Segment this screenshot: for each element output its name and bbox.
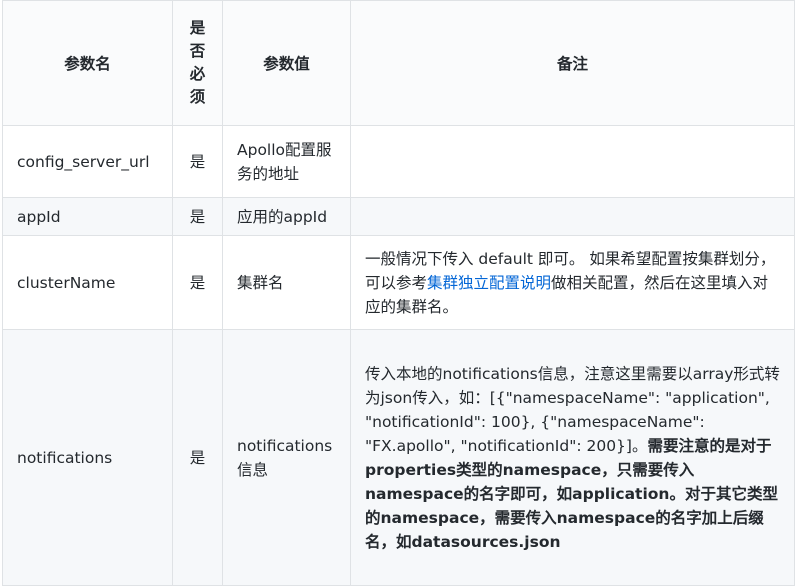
header-required: 是 否 必 须 <box>173 1 223 126</box>
cell-required: 是 <box>173 236 223 330</box>
table-header-row: 参数名 是 否 必 须 参数值 备注 <box>3 1 795 126</box>
cell-required: 是 <box>173 126 223 198</box>
header-required-char: 必 <box>173 63 222 86</box>
header-notes: 备注 <box>351 1 795 126</box>
cluster-config-doc-link[interactable]: 集群独立配置说明 <box>427 274 551 292</box>
cell-param-value: Apollo配置服务的地址 <box>223 126 351 198</box>
cell-param-name: appId <box>3 198 173 236</box>
header-param-name: 参数名 <box>3 1 173 126</box>
cell-notes <box>351 198 795 236</box>
parameters-table: 参数名 是 否 必 须 参数值 备注 config_server_url 是 A… <box>2 0 795 586</box>
cell-param-value: 应用的appId <box>223 198 351 236</box>
header-required-char: 须 <box>173 86 222 109</box>
cell-param-name: config_server_url <box>3 126 173 198</box>
header-param-value: 参数值 <box>223 1 351 126</box>
cell-notes: 传入本地的notifications信息，注意这里需要以array形式转为jso… <box>351 330 795 586</box>
cell-required: 是 <box>173 198 223 236</box>
cell-param-value: 集群名 <box>223 236 351 330</box>
table-row: clusterName 是 集群名 一般情况下传入 default 即可。 如果… <box>3 236 795 330</box>
cell-required: 是 <box>173 330 223 586</box>
table-row: notifications 是 notifications信息 传入本地的not… <box>3 330 795 586</box>
cell-notes: 一般情况下传入 default 即可。 如果希望配置按集群划分，可以参考集群独立… <box>351 236 795 330</box>
cell-param-name: clusterName <box>3 236 173 330</box>
table-row: config_server_url 是 Apollo配置服务的地址 <box>3 126 795 198</box>
cell-param-value: notifications信息 <box>223 330 351 586</box>
cell-notes <box>351 126 795 198</box>
header-required-char: 是 <box>173 17 222 40</box>
cell-param-name: notifications <box>3 330 173 586</box>
header-required-char: 否 <box>173 40 222 63</box>
table-row: appId 是 应用的appId <box>3 198 795 236</box>
